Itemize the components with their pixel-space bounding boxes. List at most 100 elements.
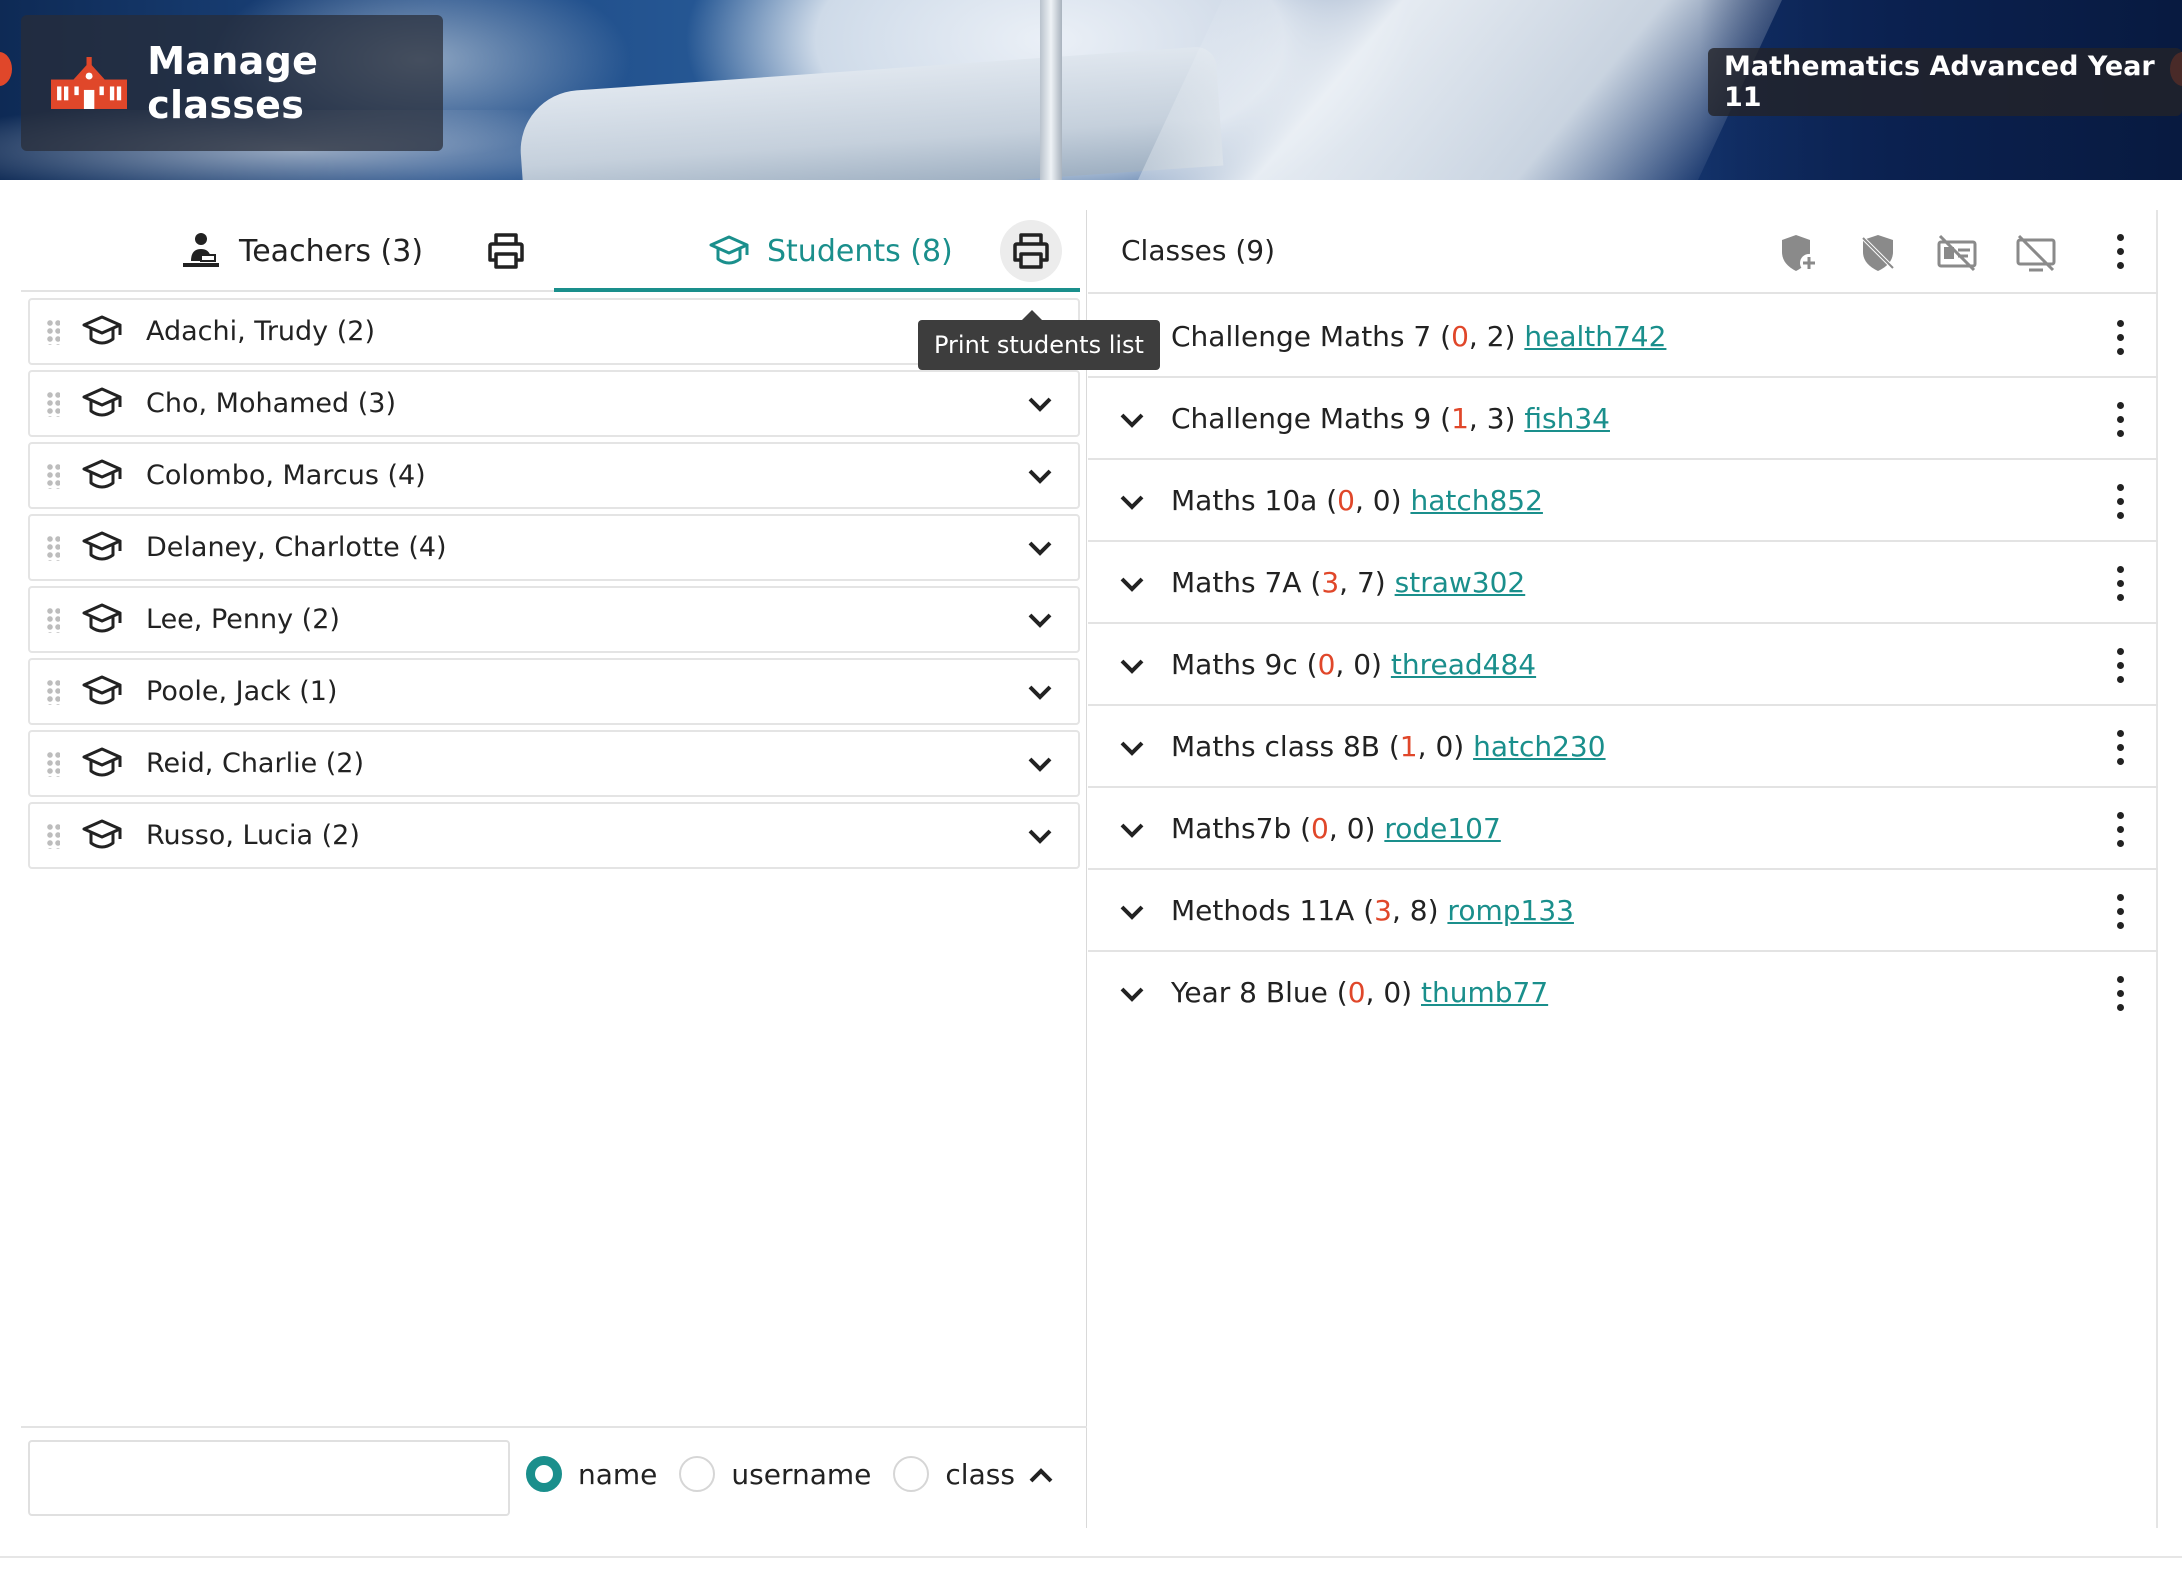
student-row[interactable]: Russo, Lucia (2) [28, 802, 1080, 869]
graduation-cap-icon [82, 315, 122, 344]
drag-handle-icon[interactable] [46, 318, 60, 345]
student-row[interactable]: Delaney, Charlotte (4) [28, 514, 1080, 581]
class-code-link[interactable]: fish34 [1524, 402, 1610, 435]
chevron-down-icon[interactable] [1026, 392, 1054, 416]
radio-name-label[interactable]: name [578, 1458, 657, 1491]
chevron-down-icon[interactable] [1118, 982, 1146, 1006]
class-label: Maths class 8B (1, 0) hatch230 [1171, 730, 1606, 763]
chevron-down-icon[interactable] [1026, 824, 1054, 848]
class-count-b: 2 [1486, 320, 1505, 353]
print-students-button[interactable] [1000, 220, 1062, 282]
class-count-b: 3 [1486, 402, 1505, 435]
chevron-down-icon[interactable] [1118, 490, 1146, 514]
class-more-menu-icon[interactable] [2115, 976, 2125, 1012]
class-count-b: 0 [1346, 812, 1365, 845]
class-more-menu-icon[interactable] [2115, 484, 2125, 520]
graduation-cap-icon [82, 531, 122, 560]
class-count-a: 0 [1311, 812, 1329, 845]
tab-students[interactable]: Students (8) [709, 210, 953, 292]
radio-username-label[interactable]: username [731, 1458, 871, 1491]
chevron-down-icon[interactable] [1118, 408, 1146, 432]
student-row[interactable]: Poole, Jack (1) [28, 658, 1080, 725]
chevron-down-icon[interactable] [1118, 900, 1146, 924]
footer-divider [0, 1556, 2182, 1558]
screen-off-icon[interactable] [2015, 232, 2057, 274]
classes-title: Classes (9) [1121, 234, 1276, 267]
class-row[interactable]: Methods 11A (3, 8) romp133 [1088, 870, 2158, 952]
class-count-b: 0 [1353, 648, 1372, 681]
drag-handle-icon[interactable] [46, 750, 60, 777]
graduation-cap-icon [82, 675, 122, 704]
chevron-down-icon[interactable] [1026, 752, 1054, 776]
chevron-down-icon[interactable] [1026, 680, 1054, 704]
class-more-menu-icon[interactable] [2115, 730, 2125, 766]
class-more-menu-icon[interactable] [2115, 894, 2125, 930]
shield-off-icon[interactable] [1857, 232, 1899, 274]
student-row[interactable]: Cho, Mohamed (3) [28, 370, 1080, 437]
chevron-down-icon[interactable] [1118, 654, 1146, 678]
radio-class-label[interactable]: class [945, 1458, 1015, 1491]
chevron-down-icon[interactable] [1026, 536, 1054, 560]
class-row[interactable]: Maths 10a (0, 0) hatch852 [1088, 460, 2158, 542]
class-row[interactable]: Maths 9c (0, 0) thread484 [1088, 624, 2158, 706]
chevron-down-icon[interactable] [1026, 464, 1054, 488]
search-input[interactable] [28, 1440, 510, 1516]
chevron-down-icon[interactable] [1026, 608, 1054, 632]
class-row[interactable]: Maths 7A (3, 7) straw302 [1088, 542, 2158, 624]
class-code-link[interactable]: thread484 [1391, 648, 1536, 681]
chevron-up-icon[interactable] [1027, 1464, 1055, 1488]
app-title-box: Manage classes [21, 15, 443, 151]
student-row[interactable]: Lee, Penny (2) [28, 586, 1080, 653]
class-row[interactable]: Maths7b (0, 0) rode107 [1088, 788, 2158, 870]
class-count-a: 0 [1337, 484, 1355, 517]
class-more-menu-icon[interactable] [2115, 648, 2125, 684]
drag-handle-icon[interactable] [46, 606, 60, 633]
class-row[interactable]: Year 8 Blue (0, 0) thumb77 [1088, 952, 2158, 1034]
chevron-down-icon[interactable] [1118, 736, 1146, 760]
radio-name[interactable] [526, 1456, 562, 1492]
drag-handle-icon[interactable] [46, 390, 60, 417]
radio-class[interactable] [893, 1456, 930, 1492]
class-count-a: 1 [1451, 402, 1469, 435]
add-shield-icon[interactable] [1778, 232, 1820, 274]
radio-username[interactable] [679, 1456, 716, 1492]
class-row[interactable]: Challenge Maths 7 (0, 2) health742 [1088, 296, 2158, 378]
print-teachers-button[interactable] [475, 220, 537, 282]
class-label: Methods 11A (3, 8) romp133 [1171, 894, 1574, 927]
class-code-link[interactable]: health742 [1524, 320, 1666, 353]
class-name: Methods 11A [1171, 894, 1355, 927]
class-code-link[interactable]: romp133 [1447, 894, 1574, 927]
class-row[interactable]: Maths class 8B (1, 0) hatch230 [1088, 706, 2158, 788]
student-name: Delaney, Charlotte (4) [146, 532, 447, 563]
class-row[interactable]: Challenge Maths 9 (1, 3) fish34 [1088, 378, 2158, 460]
drag-handle-icon[interactable] [46, 822, 60, 849]
class-code-link[interactable]: hatch230 [1473, 730, 1605, 763]
class-name: Year 8 Blue [1171, 976, 1328, 1009]
class-code-link[interactable]: rode107 [1384, 812, 1500, 845]
class-label: Maths7b (0, 0) rode107 [1171, 812, 1501, 845]
drag-handle-icon[interactable] [46, 462, 60, 489]
class-count-a: 3 [1374, 894, 1392, 927]
graduation-cap-icon [709, 235, 749, 265]
class-more-menu-icon[interactable] [2115, 320, 2125, 356]
class-code-link[interactable]: thumb77 [1421, 976, 1548, 1009]
student-row[interactable]: Reid, Charlie (2) [28, 730, 1080, 797]
active-tab-indicator [554, 288, 1080, 292]
class-name: Challenge Maths 7 [1171, 320, 1432, 353]
tab-teachers[interactable]: Teachers (3) [181, 210, 423, 292]
tab-teachers-label: Teachers (3) [239, 233, 424, 269]
chevron-down-icon[interactable] [1118, 572, 1146, 596]
classes-more-menu-icon[interactable] [2115, 234, 2125, 270]
graduation-cap-icon [82, 747, 122, 776]
class-more-menu-icon[interactable] [2115, 812, 2125, 848]
class-more-menu-icon[interactable] [2115, 566, 2125, 602]
class-code-link[interactable]: hatch852 [1410, 484, 1542, 517]
class-more-menu-icon[interactable] [2115, 402, 2125, 438]
id-card-off-icon[interactable] [1936, 232, 1978, 274]
class-count-a: 3 [1321, 566, 1340, 599]
chevron-down-icon[interactable] [1118, 818, 1146, 842]
student-row[interactable]: Colombo, Marcus (4) [28, 442, 1080, 509]
class-code-link[interactable]: straw302 [1395, 566, 1526, 599]
drag-handle-icon[interactable] [46, 678, 60, 705]
drag-handle-icon[interactable] [46, 534, 60, 561]
